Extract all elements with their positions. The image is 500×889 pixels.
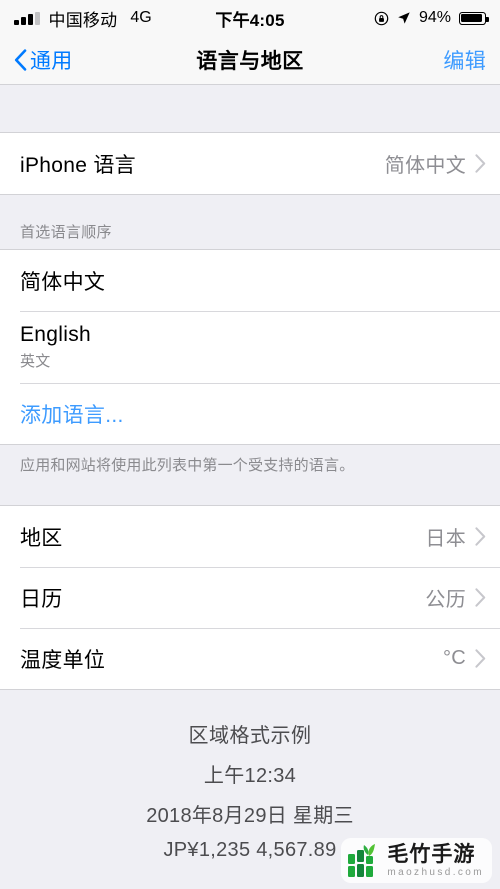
status-bar-right: 94% — [374, 9, 489, 27]
region-group: 地区 日本 日历 公历 温度单位 °C — [0, 505, 500, 691]
list-item-language[interactable]: English 英文 — [0, 311, 500, 383]
page-title: 语言与地区 — [196, 50, 304, 73]
row-value: 公历 — [425, 589, 466, 612]
row-value: 日本 — [425, 528, 466, 551]
example-date: 2018年8月29日 星期三 — [146, 805, 354, 828]
battery-percent-label: 94% — [418, 9, 451, 26]
chevron-right-icon — [475, 588, 486, 607]
row-temperature-unit[interactable]: 温度单位 °C — [0, 628, 500, 690]
row-value: °C — [442, 647, 466, 670]
top-spacer — [0, 85, 500, 132]
bamboo-logo-icon — [348, 844, 376, 877]
preferred-order-group: 简体中文 English 英文 添加语言... — [0, 249, 500, 445]
watermark-url: maozhusd.com — [387, 867, 484, 878]
list-item-language[interactable]: 简体中文 — [0, 250, 500, 311]
add-language-label: 添加语言... — [20, 403, 124, 427]
row-iphone-language[interactable]: iPhone 语言 简体中文 — [0, 133, 500, 194]
row-value: 简体中文 — [384, 155, 466, 177]
row-region[interactable]: 地区 日本 — [0, 506, 500, 568]
watermark-text: 毛竹手游 maozhusd.com — [387, 844, 484, 878]
example-title: 区域格式示例 — [188, 725, 312, 748]
row-sublabel: 英文 — [20, 353, 51, 370]
chevron-left-icon — [14, 49, 27, 71]
example-time: 上午12:34 — [203, 765, 297, 788]
navigation-bar: 通用 语言与地区 编辑 — [0, 36, 500, 85]
settings-list[interactable]: iPhone 语言 简体中文 首选语言顺序 简体中文 English 英文 添加… — [0, 85, 500, 889]
edit-button[interactable]: 编辑 — [443, 45, 486, 75]
region-format-example: 区域格式示例 上午12:34 2018年8月29日 星期三 JP¥1,235 4… — [0, 690, 500, 863]
location-arrow-icon — [398, 12, 410, 24]
row-label: iPhone 语言 — [20, 153, 136, 177]
chevron-right-icon — [475, 649, 486, 668]
status-bar: 中国移动 4G 下午4:05 94% — [0, 0, 500, 36]
row-textwrap: English 英文 — [20, 323, 91, 371]
row-textwrap: 简体中文 — [20, 266, 105, 296]
chevron-right-icon — [475, 527, 486, 546]
section-spacer — [0, 476, 500, 506]
preferred-order-header: 首选语言顺序 — [0, 195, 500, 249]
iphone-settings-screen: 中国移动 4G 下午4:05 94% 通用 语言与地区 编辑 iPhone 语言… — [0, 0, 500, 889]
battery-icon — [459, 11, 489, 25]
site-watermark: 毛竹手游 maozhusd.com — [341, 838, 492, 883]
iphone-language-group: iPhone 语言 简体中文 — [0, 132, 500, 195]
watermark-name: 毛竹手游 — [387, 843, 476, 866]
rotation-lock-icon — [374, 11, 389, 25]
add-language-button[interactable]: 添加语言... — [0, 383, 500, 444]
chevron-right-icon — [475, 154, 486, 173]
preferred-order-footer: 应用和网站将使用此列表中第一个受支持的语言。 — [0, 445, 500, 477]
row-label: English — [20, 323, 91, 346]
row-label: 日历 — [20, 587, 63, 611]
back-button[interactable]: 通用 — [14, 45, 73, 75]
back-button-label: 通用 — [30, 50, 73, 73]
row-calendar[interactable]: 日历 公历 — [0, 567, 500, 629]
row-label: 地区 — [20, 526, 63, 550]
row-label: 简体中文 — [20, 270, 106, 294]
row-label: 温度单位 — [20, 648, 106, 672]
